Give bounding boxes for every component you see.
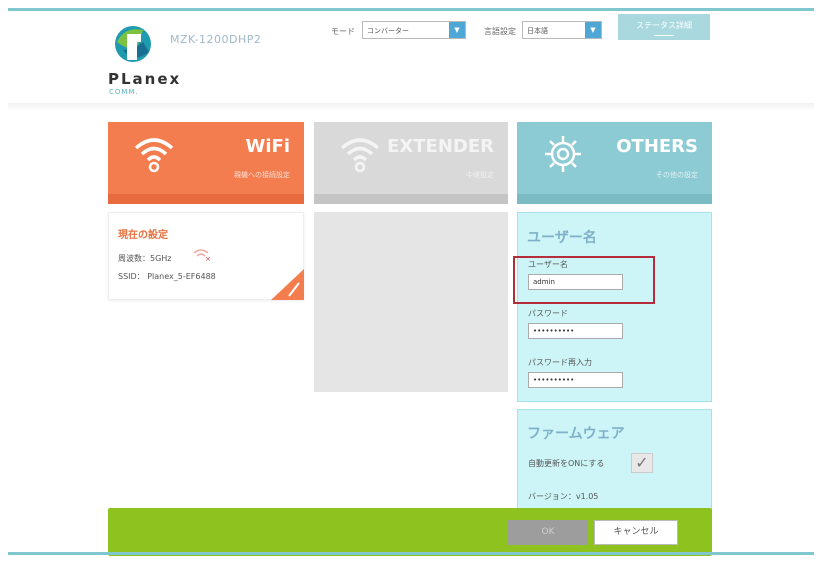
wifi-icon [134, 138, 174, 173]
chevron-down-icon: ▼ [585, 22, 601, 38]
current-settings-title: 現在の設定 [118, 230, 168, 241]
wifi-off-icon: × [193, 249, 211, 262]
tile-wifi[interactable]: WiFi 親機への接続設定 [108, 122, 304, 194]
auto-update-checkbox[interactable]: ✓ [631, 453, 653, 473]
password-label: パスワード [528, 309, 568, 318]
tile-extender-sub: 中継設定 [466, 171, 494, 179]
edit-corner-icon[interactable] [271, 269, 304, 300]
current-frequency: 周波数：5GHz [118, 254, 172, 263]
password-input[interactable] [528, 323, 623, 339]
tile-others-bar [517, 194, 712, 204]
status-detail-button[interactable]: ステータス詳細 [618, 14, 710, 40]
brand-name: PLanex [108, 70, 182, 88]
tile-others-sub: その他の設定 [656, 171, 698, 179]
firmware-panel-title: ファームウェア [527, 426, 625, 442]
mode-label: モード [331, 27, 355, 36]
status-detail-label: ステータス詳細 [636, 21, 692, 30]
tile-others[interactable]: OTHERS その他の設定 [517, 122, 712, 194]
tile-others-title: OTHERS [616, 136, 698, 157]
user-panel-title: ユーザー名 [527, 230, 597, 246]
ok-button[interactable]: OK [508, 520, 588, 545]
tile-extender-title: EXTENDER [387, 136, 494, 157]
brand-sub: COMM. [109, 88, 139, 96]
password-confirm-label: パスワード再入力 [528, 358, 592, 367]
password-confirm-input[interactable] [528, 372, 623, 388]
planex-logo-icon [115, 26, 151, 62]
bottom-divider [8, 552, 814, 555]
gear-icon [545, 136, 581, 172]
wifi-icon [340, 138, 380, 173]
tile-wifi-sub: 親機への接続設定 [234, 171, 290, 179]
username-highlight-box [513, 256, 655, 304]
current-ssid: SSID： Planex_5-EF6488 [118, 272, 216, 281]
svg-text:×: × [205, 255, 211, 262]
tile-extender-bar [314, 194, 508, 204]
cancel-button[interactable]: キャンセル [594, 520, 678, 545]
language-label: 言語設定 [484, 27, 516, 36]
tile-wifi-bar [108, 194, 304, 204]
chevron-down-icon: ▼ [449, 22, 465, 38]
language-select-value: 日本語 [527, 27, 548, 35]
model-name: MZK-1200DHP2 [170, 33, 262, 46]
mode-select-value: コンバーター [367, 27, 409, 35]
language-select[interactable]: 日本語 ▼ [522, 21, 602, 39]
tile-extender[interactable]: EXTENDER 中継設定 [314, 122, 508, 194]
tile-wifi-title: WiFi [245, 136, 291, 157]
extender-panel [314, 212, 508, 392]
check-icon: ✓ [635, 453, 649, 472]
mode-select[interactable]: コンバーター ▼ [362, 21, 466, 39]
auto-update-label: 自動更新をONにする [528, 459, 605, 468]
firmware-version: バージョン：v1.05 [528, 492, 599, 501]
header-shadow [8, 103, 814, 111]
